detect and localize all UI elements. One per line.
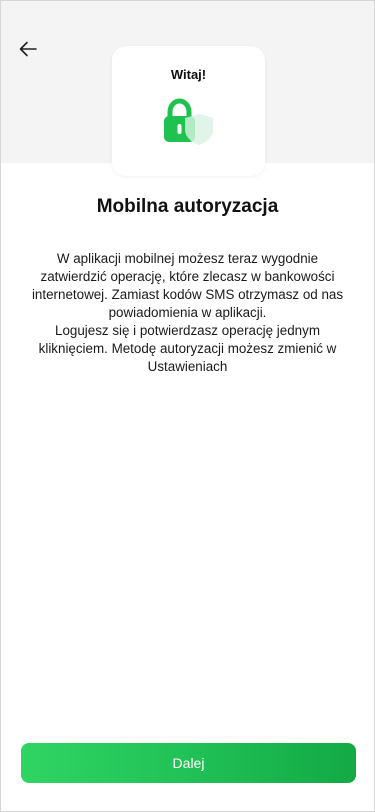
- lock-shield-icon: [164, 98, 213, 145]
- page-title: Mobilna autoryzacja: [96, 196, 279, 217]
- description-paragraph-2: Logujesz się i potwierdzasz operację jed…: [38, 323, 337, 374]
- welcome-card: Witaj!: [112, 46, 265, 176]
- welcome-screen: Witaj! Mobilna autoryzacja W aplikacji m…: [0, 0, 375, 812]
- back-button[interactable]: [15, 37, 41, 61]
- arrow-left-icon: [19, 41, 37, 57]
- card-title: Witaj!: [170, 67, 207, 82]
- description: W aplikacji mobilnej możesz teraz wygodn…: [23, 250, 352, 376]
- next-button[interactable]: Dalej: [21, 743, 356, 783]
- description-paragraph-1: W aplikacji mobilnej możesz teraz wygodn…: [31, 251, 344, 320]
